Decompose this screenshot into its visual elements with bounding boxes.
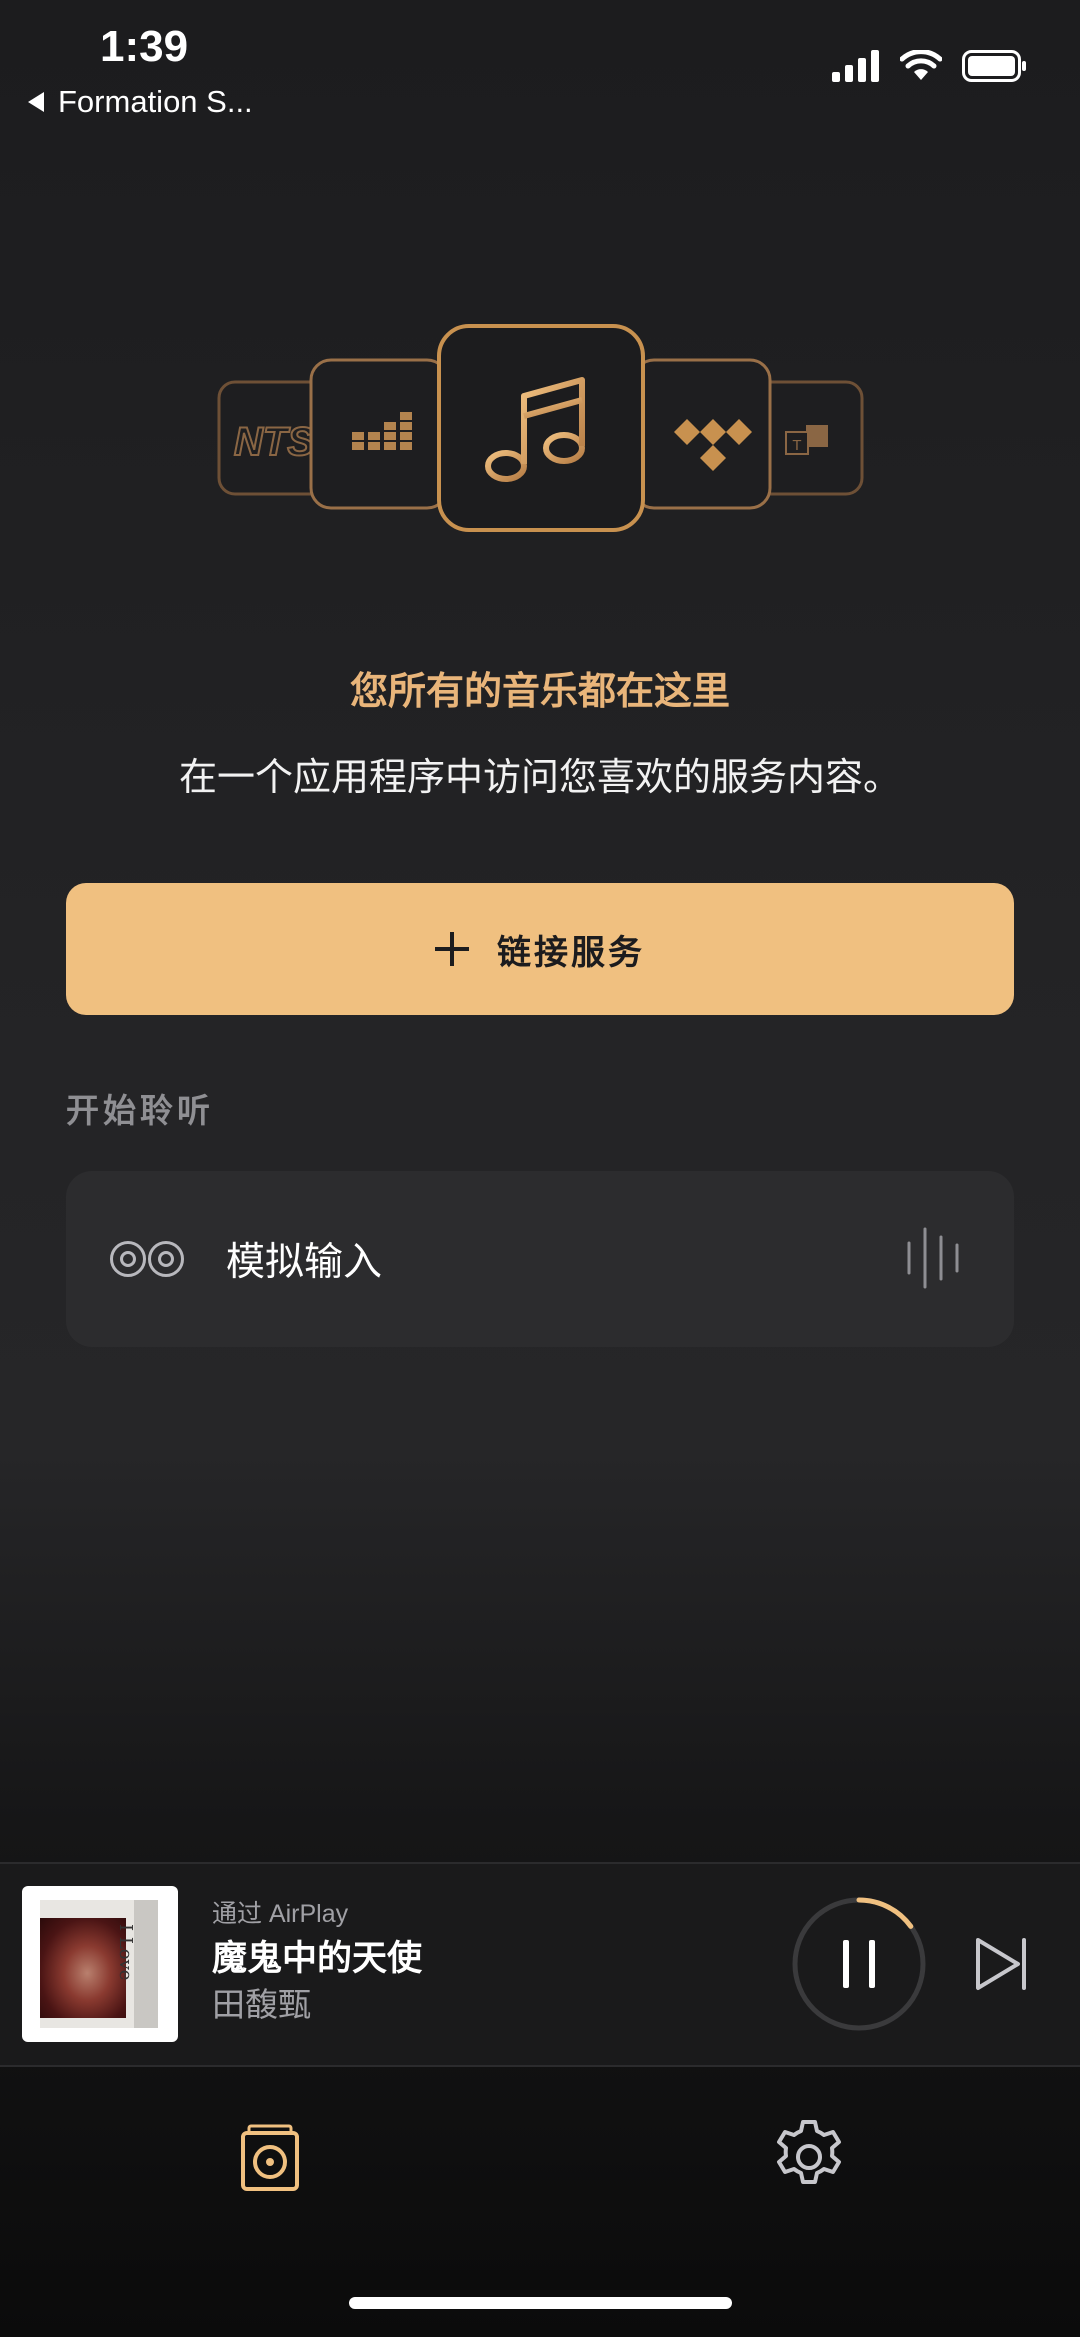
section-label: 开始聆听 <box>66 1091 214 1130</box>
home-indicator[interactable] <box>349 2297 732 2309</box>
tidal-icon <box>632 358 772 510</box>
pause-button[interactable] <box>789 1894 929 2034</box>
deezer-icon <box>309 358 449 510</box>
mini-player[interactable]: I Love 通过 AirPlay 魔鬼中的天使 田馥甄 <box>0 1862 1080 2067</box>
tab-home-speaker-icon[interactable] <box>240 2123 300 2191</box>
connect-service-button[interactable]: 链接服务 <box>66 883 1014 1015</box>
music-note-icon <box>437 324 645 532</box>
subline: 在一个应用程序中访问您喜欢的服务内容。 <box>178 755 901 799</box>
analog-input-card[interactable]: 模拟输入 <box>66 1171 1014 1347</box>
track-title: 魔鬼中的天使 <box>212 1939 423 1979</box>
svg-text:NTS: NTS <box>234 420 314 464</box>
analog-input-label: 模拟输入 <box>226 1240 383 1285</box>
svg-text:T: T <box>792 437 801 454</box>
album-art[interactable]: I Love <box>22 1886 178 2042</box>
connect-service-label: 链接服务 <box>497 932 645 973</box>
analog-input-icon <box>110 1241 184 1277</box>
airplay-source-label: 通过 AirPlay <box>212 1900 349 1928</box>
tab-settings-gear-icon[interactable] <box>770 2118 848 2196</box>
skip-next-icon[interactable] <box>974 1936 1030 1992</box>
audio-wave-icon <box>907 1227 959 1289</box>
service-icons-hero: NTS T <box>217 324 864 532</box>
track-artist: 田馥甄 <box>212 1985 311 2024</box>
plus-icon <box>435 932 469 966</box>
headline: 您所有的音乐都在这里 <box>349 669 730 713</box>
